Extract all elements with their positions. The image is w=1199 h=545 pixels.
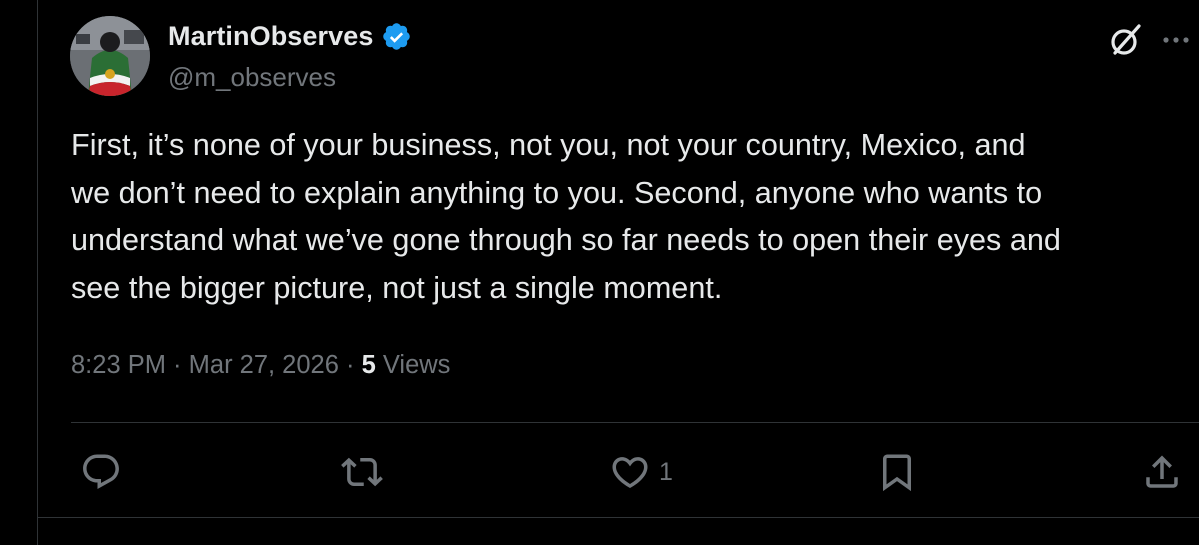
tweet-time[interactable]: 8:23 PM: [71, 351, 166, 380]
meta-separator: ·: [338, 351, 362, 379]
author-name-row: MartinObserves: [168, 21, 412, 52]
bookmark-icon: [883, 454, 911, 492]
author-display-name[interactable]: MartinObserves: [168, 21, 373, 52]
views-count: 5: [361, 351, 376, 379]
repost-icon: [341, 457, 383, 487]
author-handle[interactable]: @m_observes: [168, 62, 336, 93]
avatar-image: [70, 16, 150, 96]
action-bar: 1: [38, 448, 1199, 498]
tweet-text: First, it’s none of your business, not y…: [71, 128, 1061, 305]
reply-button[interactable]: [80, 448, 130, 496]
reply-icon: [83, 454, 119, 489]
views-label: Views: [382, 351, 451, 379]
more-options-button[interactable]: [1156, 20, 1196, 60]
bookmark-button[interactable]: [876, 448, 926, 496]
meta-separator: ·: [165, 351, 189, 379]
share-button[interactable]: [1141, 448, 1191, 496]
tweet-detail: MartinObserves @m_observes First, it’s n…: [38, 0, 1199, 545]
meta-space: [376, 351, 383, 380]
grok-icon: [1111, 24, 1141, 55]
tweet-meta: 8:23 PM · Mar 27, 2026 · 5 Views: [71, 351, 450, 380]
avatar[interactable]: [70, 16, 150, 96]
verified-badge-icon[interactable]: [381, 21, 412, 52]
like-count: 1: [659, 457, 673, 486]
like-icon: [612, 457, 648, 489]
actions-divider: [71, 422, 1199, 423]
bottom-border: [38, 517, 1199, 518]
tweet-date[interactable]: Mar 27, 2026: [189, 351, 339, 380]
repost-button[interactable]: [341, 448, 391, 496]
more-icon: [1163, 37, 1189, 43]
like-button[interactable]: 1: [609, 448, 673, 496]
share-icon: [1146, 455, 1178, 488]
grok-button[interactable]: [1106, 20, 1146, 60]
